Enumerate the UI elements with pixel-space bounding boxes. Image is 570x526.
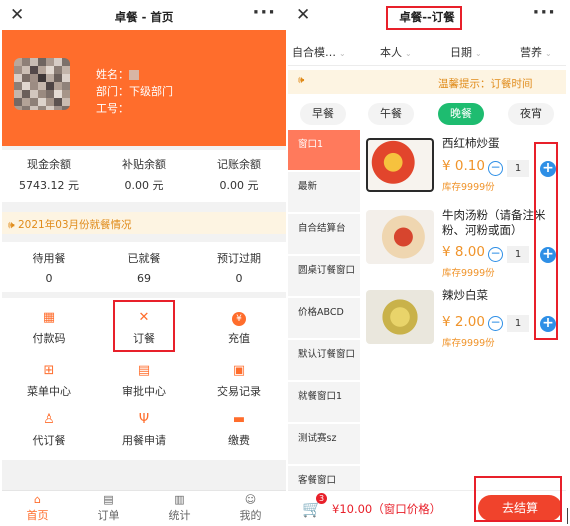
dish-item: 牛肉汤粉（请备注米粉、河粉或面） ¥ 8.00 − 1 + 库存9999份	[366, 204, 560, 279]
tab-stats[interactable]: ▥ 统计	[144, 493, 215, 523]
window-item[interactable]: 测试赛sz	[288, 424, 360, 466]
name-redacted	[129, 70, 139, 80]
window-item[interactable]: 就餐窗口1	[288, 382, 360, 424]
receipt-icon: ▣	[232, 363, 246, 378]
menu-meal-request[interactable]: Ψ 用餐申请	[97, 410, 191, 462]
menu-payment[interactable]: ▬ 缴费	[192, 410, 286, 462]
chart-icon: ▥	[174, 493, 185, 506]
highlight-box-add-buttons	[534, 142, 558, 340]
decrease-button[interactable]: −	[488, 247, 503, 262]
tab-mine[interactable]: ☺ 我的	[215, 493, 286, 523]
filter-mode[interactable]: 自合模… ⌄	[292, 44, 346, 60]
decrease-button[interactable]: −	[488, 161, 503, 176]
dish-price: ¥ 8.00	[442, 244, 485, 260]
text-cursor	[567, 508, 568, 524]
subsidy-balance[interactable]: 补贴余额 0.00 元	[97, 156, 191, 193]
fork-knife-icon: Ψ	[138, 412, 150, 427]
order-screen: ✕ 卓餐--订餐 ··· 自合模… ⌄ 本人 ⌄ 日期 ⌄ 营养 ⌄ 🕪 温馨提示：订餐…	[288, 2, 566, 524]
quantity-value[interactable]: 1	[507, 160, 529, 177]
profile-info: 姓名： 部门：下级部门 工号：	[96, 66, 173, 117]
menu-menu-center[interactable]: ⊞ 菜单中心	[2, 361, 96, 413]
tab-lunch[interactable]: 午餐	[368, 103, 414, 125]
menu-pay-code[interactable]: ▦ 付款码	[2, 308, 96, 360]
window-item[interactable]: 圆桌订餐窗口	[288, 256, 360, 298]
dish-price: ¥ 2.00	[442, 314, 485, 330]
dish-image	[366, 290, 434, 344]
dish-price: ¥ 0.10	[442, 158, 485, 174]
avatar	[14, 58, 70, 110]
chevron-down-icon: ⌄	[405, 49, 412, 58]
cart-count-badge: 3	[316, 493, 327, 504]
menu-transactions[interactable]: ▣ 交易记录	[192, 361, 286, 413]
window-item[interactable]: 自合结算台	[288, 214, 360, 256]
quantity-value[interactable]: 1	[507, 315, 529, 332]
window-item[interactable]: 价格ABCD	[288, 298, 360, 340]
window-item[interactable]: 窗口1	[288, 130, 360, 172]
tab-home[interactable]: ⌂ 首页	[2, 493, 73, 523]
menu-recharge[interactable]: ¥ 充值	[192, 308, 286, 360]
filter-bar: 自合模… ⌄ 本人 ⌄ 日期 ⌄ 营养 ⌄	[288, 36, 566, 66]
title-bar: ✕ 卓餐 - 首页 ···	[2, 2, 286, 30]
menu-approval-center[interactable]: ▤ 审批中心	[97, 361, 191, 413]
dish-item: 辣炒白菜 ¥ 2.00 − 1 + 库存9999份	[366, 284, 560, 356]
window-sidebar: 窗口1 最新 自合结算台 圆桌订餐窗口 价格ABCD 默认订餐窗口 就餐窗口1 …	[288, 130, 360, 508]
menu-proxy-order[interactable]: ♙ 代订餐	[2, 410, 96, 462]
quantity-value[interactable]: 1	[507, 246, 529, 263]
qrcode-icon: ▦	[42, 310, 56, 325]
order-icon: ▤	[103, 493, 114, 506]
dept-row: 部门：下级部门	[96, 85, 173, 98]
dish-stock: 库存9999份	[442, 338, 495, 349]
meal-stat-eaten[interactable]: 已就餐 69	[97, 250, 191, 285]
meal-type-tabs: 早餐 午餐 晚餐 夜宵	[288, 102, 566, 128]
home-screen: ✕ 卓餐 - 首页 ··· 姓名： 部门：下级部门 工号： 现金余额 5743.…	[2, 2, 286, 524]
wallet-icon: ▬	[232, 412, 246, 427]
tab-dinner[interactable]: 晚餐	[438, 103, 484, 125]
meal-notice: 🕪 2021年03月份就餐情况	[2, 212, 286, 234]
chevron-down-icon: ⌄	[475, 49, 482, 58]
tab-orders[interactable]: ▤ 订单	[73, 493, 144, 523]
profile-header: 姓名： 部门：下级部门 工号：	[2, 30, 286, 146]
cash-balance[interactable]: 现金余额 5743.12 元	[2, 156, 96, 193]
document-icon: ▤	[137, 363, 151, 378]
chevron-down-icon: ⌄	[339, 49, 346, 58]
highlight-box-order	[113, 300, 175, 352]
balance-panel: 现金余额 5743.12 元 补贴余额 0.00 元 记账余额 0.00 元	[2, 150, 286, 202]
money-bag-icon: ¥	[192, 308, 286, 328]
dish-stock: 库存9999份	[442, 182, 495, 193]
user-icon: ☺	[244, 493, 257, 506]
dish-image	[366, 210, 434, 264]
filter-date[interactable]: 日期 ⌄	[450, 44, 482, 60]
account-balance[interactable]: 记账余额 0.00 元	[192, 156, 286, 193]
filter-person[interactable]: 本人 ⌄	[380, 44, 412, 60]
speaker-icon: 🕪	[8, 219, 15, 231]
cart-total: ¥10.00（窗口价格）	[332, 502, 442, 516]
decrease-button[interactable]: −	[488, 316, 503, 331]
filter-nutrition[interactable]: 营养 ⌄	[520, 44, 552, 60]
grid-icon: ⊞	[43, 363, 55, 378]
meal-stat-pending[interactable]: 待用餐 0	[2, 250, 96, 285]
window-item[interactable]: 最新	[288, 172, 360, 214]
tab-breakfast[interactable]: 早餐	[300, 103, 346, 125]
bottom-tab-bar: ⌂ 首页 ▤ 订单 ▥ 统计 ☺ 我的	[2, 490, 286, 524]
more-icon[interactable]: ···	[532, 2, 556, 23]
home-icon: ⌂	[34, 493, 41, 506]
tab-night-snack[interactable]: 夜宵	[508, 103, 554, 125]
dish-stock: 库存9999份	[442, 268, 495, 279]
id-row: 工号：	[96, 102, 129, 115]
window-item[interactable]: 默认订餐窗口	[288, 340, 360, 382]
name-row: 姓名：	[96, 66, 173, 83]
chevron-down-icon: ⌄	[545, 49, 552, 58]
page-title: 卓餐 - 首页	[114, 10, 174, 24]
user-proxy-icon: ♙	[43, 412, 55, 427]
highlight-box-checkout	[474, 476, 562, 522]
meal-stats: 待用餐 0 已就餐 69 预订过期 0	[2, 242, 286, 292]
dish-item: 西红柿炒蛋 ¥ 0.10 − 1 + 库存9999份	[366, 132, 560, 204]
meal-stat-expired[interactable]: 预订过期 0	[192, 250, 286, 285]
more-icon[interactable]: ···	[252, 2, 276, 23]
dish-image	[366, 138, 434, 192]
highlight-box-title	[386, 6, 462, 30]
speaker-icon: 🕪	[298, 75, 305, 86]
tip-banner: 🕪 温馨提示：订餐时间	[288, 70, 566, 94]
